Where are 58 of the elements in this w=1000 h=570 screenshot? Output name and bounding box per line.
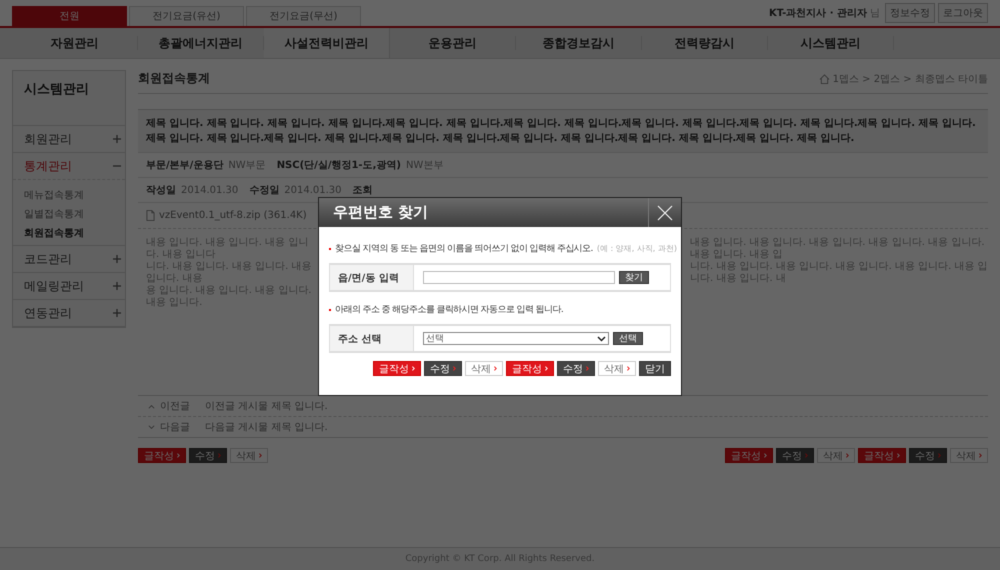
sidebar-menu-item[interactable]: 연동관리 bbox=[13, 300, 125, 327]
action-button[interactable]: 삭제 bbox=[817, 448, 855, 463]
example-hint: (예 : 양재, 사직, 과천) bbox=[596, 243, 678, 254]
sidebar-title: 시스템관리 bbox=[13, 71, 125, 126]
dialog-button[interactable]: 글작성 bbox=[373, 361, 421, 376]
nav-label: 이전글 bbox=[160, 400, 191, 413]
field-label: 수정일 bbox=[249, 184, 280, 197]
header-button[interactable]: 로그아웃 bbox=[938, 3, 988, 23]
top-tab[interactable]: 전기요금(유선) bbox=[129, 6, 244, 26]
attachment-link[interactable]: vzEvent0.1_utf-8.zip (361.4K) bbox=[159, 210, 307, 221]
nav-menu-item[interactable]: 종합경보감시 bbox=[516, 36, 642, 50]
action-button[interactable]: 글작성 bbox=[725, 448, 773, 463]
dialog-button[interactable]: 삭제 bbox=[598, 361, 636, 376]
nav-menu-item[interactable]: 시스템관리 bbox=[768, 36, 894, 50]
field-label: 작성일 bbox=[146, 184, 176, 197]
post-link[interactable]: 이전글 게시물 제목 입니다. bbox=[205, 399, 328, 413]
address-dropdown[interactable]: 선택 bbox=[423, 332, 609, 345]
select-button[interactable]: 선택 bbox=[613, 332, 643, 345]
dialog-title: 우편번호 찾기 bbox=[332, 203, 428, 222]
form-label: 주소 선택 bbox=[330, 326, 414, 351]
nav-label: 다음글 bbox=[160, 421, 191, 434]
post-title: 제목 입니다. 제목 입니다. 제목 입니다. 제목 입니다.제목 입니다. 제목 입니다.제목 입니다. 제목 입니다.제목 입니다. 제목 입니다.제목 입니다. 제목 입니다.제목 입니다. 제목 입니다.제목 입니다. 제목 입니다.제목 입니다. 제목 입니다.제목 입니다. 제목 입니다.제목 입니다. 제목 입니다.제목 입니다. 제목 입니다.제목 입니다. 제목 입니다. bbox=[138, 109, 988, 153]
nav-menu-item[interactable]: 전력량감시 bbox=[642, 36, 768, 50]
top-tab[interactable]: 전원 bbox=[12, 6, 127, 26]
action-button[interactable]: 수정 bbox=[776, 448, 814, 463]
action-button[interactable]: 삭제 bbox=[230, 448, 268, 463]
sidebar-submenu-item[interactable]: 메뉴접속통계 bbox=[13, 186, 125, 205]
action-button[interactable]: 글작성 bbox=[138, 448, 186, 463]
form-label: 읍/면/동 입력 bbox=[330, 265, 414, 290]
action-button[interactable]: 수정 bbox=[189, 448, 227, 463]
dialog-button[interactable]: 닫기 bbox=[639, 361, 671, 376]
field-label: NSC(단/실/행정1-도,광역) bbox=[276, 159, 401, 172]
top-tab[interactable]: 전기요금(무선) bbox=[246, 6, 361, 26]
dialog-button[interactable]: 수정 bbox=[424, 361, 462, 376]
sidebar-menu-item[interactable]: 코드관리 bbox=[13, 246, 125, 273]
sidebar-submenu-item[interactable]: 일별접속통계 bbox=[13, 205, 125, 224]
sidebar-menu-item[interactable]: 회원관리 bbox=[13, 126, 125, 153]
search-button[interactable]: 찾기 bbox=[619, 271, 649, 284]
action-button[interactable]: 글작성 bbox=[858, 448, 906, 463]
instruction-text: 아래의 주소 중 해당주소를 클릭하시면 자동으로 입력 됩니다. bbox=[335, 304, 564, 316]
page-title: 회원접속통계 bbox=[138, 70, 210, 87]
nav-menu-item[interactable]: 운용관리 bbox=[390, 36, 516, 50]
dialog-button[interactable]: 글작성 bbox=[506, 361, 554, 376]
dialog-button[interactable]: 수정 bbox=[557, 361, 595, 376]
nav-menu-item[interactable]: 사설전력비관리 bbox=[264, 28, 390, 58]
nav-menu-item[interactable]: 자원관리 bbox=[12, 36, 138, 50]
action-button[interactable]: 수정 bbox=[909, 448, 947, 463]
sidebar-menu-item[interactable]: 통계관리 bbox=[13, 153, 125, 180]
post-link[interactable]: 다음글 게시물 제목 입니다. bbox=[205, 420, 328, 434]
header-button[interactable]: 정보수정 bbox=[885, 3, 935, 23]
action-button[interactable]: 삭제 bbox=[950, 448, 988, 463]
instruction-text: 찾으실 지역의 동 또는 읍면의 이름을 띄어쓰기 없이 입력해 주십시오. bbox=[335, 243, 593, 255]
user-name: KT-과천지사 · 관리자 bbox=[768, 7, 867, 20]
field-label: 부문/본부/운용단 bbox=[146, 159, 224, 172]
dialog-button[interactable]: 삭제 bbox=[465, 361, 503, 376]
sidebar-menu-item[interactable]: 메일링관리 bbox=[13, 273, 125, 300]
field-label: 조회 bbox=[352, 184, 373, 197]
sidebar-submenu-item[interactable]: 회원접속통계 bbox=[13, 224, 125, 243]
